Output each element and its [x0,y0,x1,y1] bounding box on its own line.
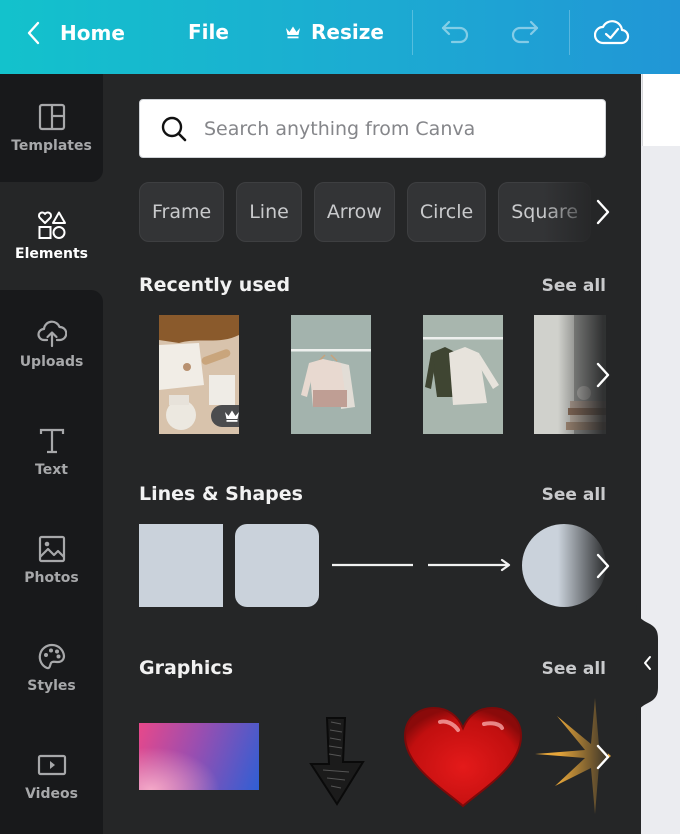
image-icon [38,535,65,563]
graphic-gradient-rectangle[interactable] [139,723,259,790]
redo-button[interactable] [508,18,540,46]
graphics-scroll-right-icon[interactable] [593,742,613,772]
templates-icon [38,103,65,131]
design-canvas-page[interactable] [642,74,680,146]
recent-item-baby-flatlay[interactable] [159,315,239,434]
sidebar-item-elements[interactable]: Elements [0,182,103,290]
shape-arrow-line[interactable] [427,558,513,572]
see-all-graphics-link[interactable]: See all [542,659,606,679]
sidebar-item-label: Uploads [19,354,84,370]
sidebar-item-label: Elements [15,246,88,262]
sidebar-item-label: Templates [11,138,92,154]
chip-line[interactable]: Line [236,182,302,242]
resize-button[interactable]: Resize [285,20,384,44]
dark-light-sweaters-photo [423,315,503,434]
see-all-shapes-link[interactable]: See all [542,485,606,505]
file-menu-button[interactable]: File [188,20,229,44]
elements-panel: Frame Line Arrow Circle Square Recently … [103,74,641,834]
video-icon [37,754,66,776]
shapes-scroll-right-icon[interactable] [593,551,613,581]
recent-scroll-right-icon[interactable] [593,360,613,390]
home-label: Home [60,21,125,45]
resize-label: Resize [311,20,384,44]
search-box[interactable] [139,99,606,158]
shape-line[interactable] [331,559,415,571]
chip-arrow[interactable]: Arrow [313,182,395,242]
quick-filter-chips: Frame Line Arrow Circle Square [139,182,606,242]
divider [569,10,570,55]
sweaters-photo [291,315,371,434]
cloud-check-icon [594,20,630,45]
canva-editor: Home File Resize Templates Elements Uplo… [0,0,680,834]
sidebar-filler [0,798,103,834]
premium-badge [211,405,239,427]
chip-frame[interactable]: Frame [139,182,225,242]
sidebar-item-photos[interactable]: Photos [0,506,103,614]
shape-rounded-square[interactable] [235,524,319,607]
sidebar-item-templates[interactable]: Templates [0,74,103,182]
chevron-left-icon [27,21,40,45]
section-title-graphics: Graphics [139,657,233,679]
undo-button[interactable] [440,18,472,46]
save-status-button[interactable] [594,16,630,48]
sidebar-item-label: Styles [27,678,76,694]
recent-item-sweaters[interactable] [291,315,371,434]
sidebar-item-text[interactable]: Text [0,398,103,506]
upload-cloud-icon [36,320,67,348]
top-bar: Home File Resize [0,0,680,74]
file-label: File [188,20,229,44]
graphic-red-heart[interactable] [402,706,524,809]
sidebar-item-label: Photos [24,570,79,586]
collapse-panel-button[interactable] [636,605,660,721]
chip-circle[interactable]: Circle [406,182,487,242]
shape-square[interactable] [139,524,223,607]
undo-icon [441,20,469,44]
recent-item-dark-light-sweaters[interactable] [423,315,503,434]
divider [412,10,413,55]
sidebar: Templates Elements Uploads Text Photos S… [0,74,103,834]
see-all-recent-link[interactable]: See all [542,276,606,296]
redo-icon [511,20,539,44]
search-icon [161,116,187,141]
crown-icon [286,26,300,39]
palette-icon [38,643,65,670]
sidebar-item-uploads[interactable]: Uploads [0,290,103,398]
crown-icon [225,410,239,422]
text-icon [39,428,64,454]
section-title-shapes: Lines & Shapes [139,483,303,505]
sidebar-item-styles[interactable]: Styles [0,614,103,722]
search-input[interactable] [204,117,584,140]
home-button[interactable]: Home [26,20,125,46]
chips-scroll-right-icon[interactable] [593,197,613,227]
graphic-hand-drawn-arrow[interactable] [305,714,373,808]
section-title-recent: Recently used [139,274,291,296]
sidebar-item-label: Text [35,462,68,478]
elements-icon [37,211,66,239]
